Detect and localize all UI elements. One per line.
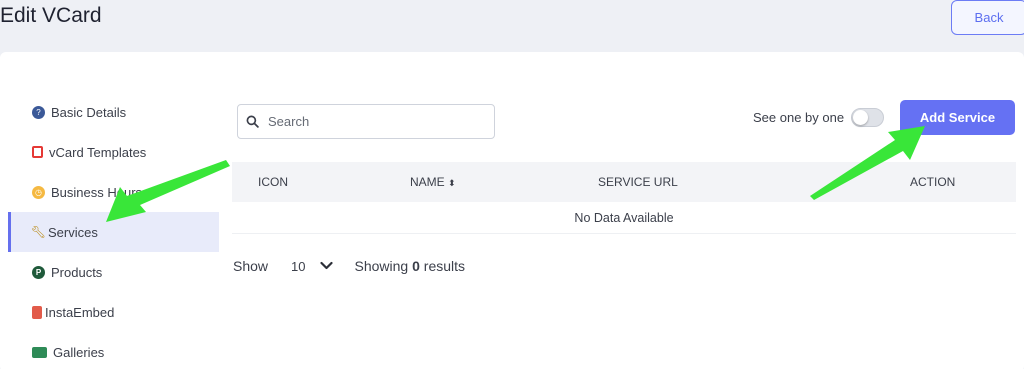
search-icon — [246, 115, 259, 128]
sidebar: ? Basic Details vCard Templates ◷ Busine… — [8, 92, 219, 369]
sidebar-item-instaembed[interactable]: InstaEmbed — [8, 292, 219, 332]
template-icon — [32, 146, 43, 158]
toggle-label: See one by one — [753, 110, 845, 125]
showing-prefix: Showing — [354, 258, 409, 274]
sidebar-item-label: Galleries — [53, 344, 105, 360]
sidebar-item-label: Services — [48, 224, 98, 240]
results-summary: Showing 0 results — [355, 258, 466, 274]
search-field[interactable] — [237, 104, 495, 139]
sidebar-item-services[interactable]: 🔧︎ Services — [8, 212, 219, 252]
column-header-action: ACTION — [910, 175, 956, 189]
results-count: 0 — [412, 258, 420, 274]
sidebar-item-label: Basic Details — [51, 104, 127, 120]
sidebar-item-vcard-templates[interactable]: vCard Templates — [8, 132, 219, 172]
wrench-icon: 🔧︎ — [30, 225, 47, 239]
sidebar-item-label: InstaEmbed — [45, 304, 115, 320]
back-button[interactable]: Back — [951, 0, 1024, 35]
sidebar-item-basic-details[interactable]: ? Basic Details — [8, 92, 219, 132]
question-circle-icon: ? — [32, 105, 45, 119]
column-header-name[interactable]: NAME ⬍ — [410, 175, 456, 189]
search-input[interactable] — [268, 114, 468, 129]
sort-icon: ⬍ — [448, 178, 456, 188]
sidebar-item-business-hours[interactable]: ◷ Business Hours — [8, 172, 219, 212]
services-table: ICON NAME ⬍ SERVICE URL ACTION No Data A… — [232, 162, 1016, 234]
image-gallery-icon — [32, 346, 47, 358]
sidebar-item-products[interactable]: P Products — [8, 252, 219, 292]
see-one-by-one-toggle[interactable] — [851, 108, 884, 127]
column-header-icon: ICON — [258, 175, 288, 189]
show-label: Show — [233, 258, 269, 274]
column-header-service-url: SERVICE URL — [598, 175, 678, 189]
empty-row: No Data Available — [232, 202, 1016, 234]
add-service-button[interactable]: Add Service — [900, 100, 1015, 135]
clock-icon: ◷ — [32, 185, 45, 199]
showing-suffix: results — [423, 258, 466, 274]
product-p-icon: P — [32, 265, 45, 279]
page-title: Edit VCard — [0, 4, 102, 27]
sidebar-item-label: Products — [51, 264, 103, 280]
pagination-bar: Show 10 Showing 0 results — [233, 258, 465, 274]
sidebar-item-galleries[interactable]: Galleries — [8, 332, 219, 369]
page-size-select[interactable]: 10 — [291, 258, 333, 274]
sidebar-item-label: vCard Templates — [49, 144, 147, 160]
sidebar-item-label: Business Hours — [51, 184, 143, 200]
column-header-name-label: NAME — [410, 175, 445, 189]
edit-card: ? Basic Details vCard Templates ◷ Busine… — [0, 52, 1024, 369]
page-size-value: 10 — [291, 258, 306, 274]
toggle-knob — [853, 110, 868, 125]
table-header: ICON NAME ⬍ SERVICE URL ACTION — [232, 162, 1016, 202]
chevron-down-icon — [319, 258, 333, 273]
clipboard-icon — [32, 305, 42, 319]
